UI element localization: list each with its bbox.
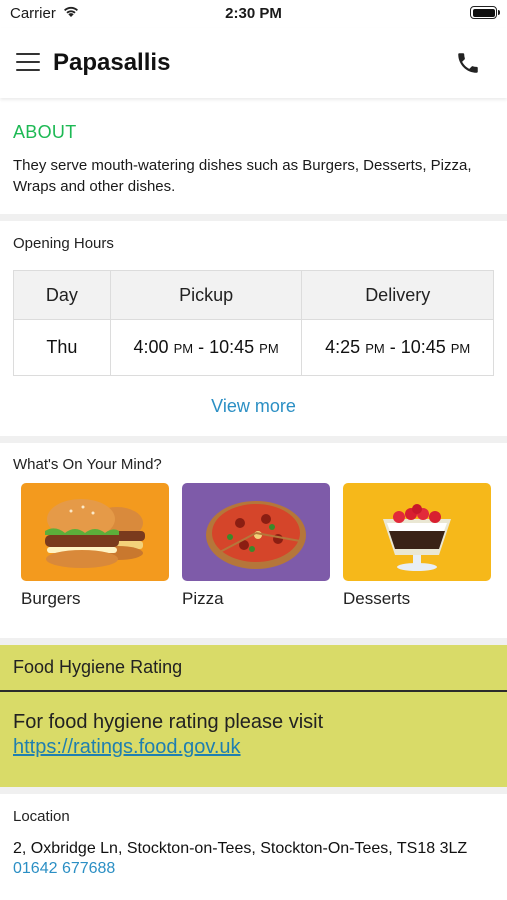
time-separator: -: [193, 337, 210, 357]
pickup-start-ampm: PM: [173, 341, 194, 356]
phone-icon[interactable]: [455, 50, 481, 76]
category-burgers[interactable]: Burgers: [21, 483, 169, 609]
column-header-delivery: Delivery: [301, 270, 494, 320]
location-address: 2, Oxbridge Ln, Stockton-on-Tees, Stockt…: [13, 840, 468, 857]
section-divider: [0, 638, 507, 645]
pickup-start: 4:00: [133, 337, 169, 357]
category-label: Pizza: [182, 589, 224, 608]
categories-section: What's On Your Mind? Burgers Pizza Desse…: [0, 443, 507, 638]
about-section: ABOUT They serve mouth-watering dishes s…: [0, 98, 507, 214]
category-pizza[interactable]: Pizza: [182, 483, 330, 609]
delivery-end: 10:45: [400, 337, 446, 357]
category-label: Burgers: [21, 589, 81, 608]
dessert-icon: [343, 483, 491, 581]
food-hygiene-link[interactable]: https://ratings.food.gov.uk: [13, 736, 241, 759]
delivery-start: 4:25: [325, 337, 361, 357]
page-title: Papasallis: [53, 49, 171, 76]
opening-hours-title: Opening Hours: [13, 235, 114, 252]
section-divider: [0, 787, 507, 794]
delivery-hours-cell: 4:25 PM - 10:45 PM: [301, 319, 494, 376]
opening-hours-table: Day Pickup Delivery Thu 4:00 PM - 10:45 …: [13, 270, 494, 376]
table-header-row: Day Pickup Delivery: [13, 270, 494, 320]
category-label: Desserts: [343, 589, 411, 608]
category-desserts[interactable]: Desserts: [343, 483, 491, 609]
about-text: They serve mouth-watering dishes such as…: [13, 157, 472, 195]
time-separator: -: [384, 337, 401, 357]
pickup-hours-cell: 4:00 PM - 10:45 PM: [109, 319, 303, 376]
status-bar: Carrier 2:30 PM: [0, 0, 507, 28]
day-cell: Thu: [13, 319, 111, 376]
food-hygiene-title: Food Hygiene Rating: [13, 657, 183, 677]
pickup-end-ampm: PM: [259, 341, 279, 356]
pickup-end: 10:45: [209, 337, 255, 357]
opening-hours-section: Opening Hours Day Pickup Delivery Thu 4:…: [0, 221, 507, 436]
location-title: Location: [13, 808, 70, 825]
column-header-day: Day: [13, 270, 111, 320]
food-hygiene-text: For food hygiene rating please visit: [13, 711, 324, 733]
hamburger-menu-icon[interactable]: [16, 53, 40, 71]
location-section: Location 2, Oxbridge Ln, Stockton-on-Tee…: [0, 794, 507, 900]
pizza-icon: [182, 483, 330, 581]
section-divider: [0, 436, 507, 443]
burger-icon: [21, 483, 169, 581]
clock: 2:30 PM: [225, 5, 282, 22]
delivery-end-ampm: PM: [450, 341, 471, 356]
column-header-pickup: Pickup: [109, 270, 303, 320]
view-more-link[interactable]: View more: [0, 396, 507, 417]
battery-icon: [470, 6, 500, 19]
delivery-start-ampm: PM: [365, 341, 385, 356]
about-title: ABOUT: [13, 122, 77, 142]
app-header: Papasallis: [0, 28, 507, 98]
divider: [0, 690, 507, 692]
food-hygiene-section: Food Hygiene Rating For food hygiene rat…: [0, 645, 507, 787]
section-divider: [0, 214, 507, 221]
categories-title: What's On Your Mind?: [13, 456, 162, 473]
location-phone-link[interactable]: 01642 677688: [13, 860, 115, 878]
table-row: Thu 4:00 PM - 10:45 PM 4:25 PM - 10:45 P…: [13, 319, 494, 376]
